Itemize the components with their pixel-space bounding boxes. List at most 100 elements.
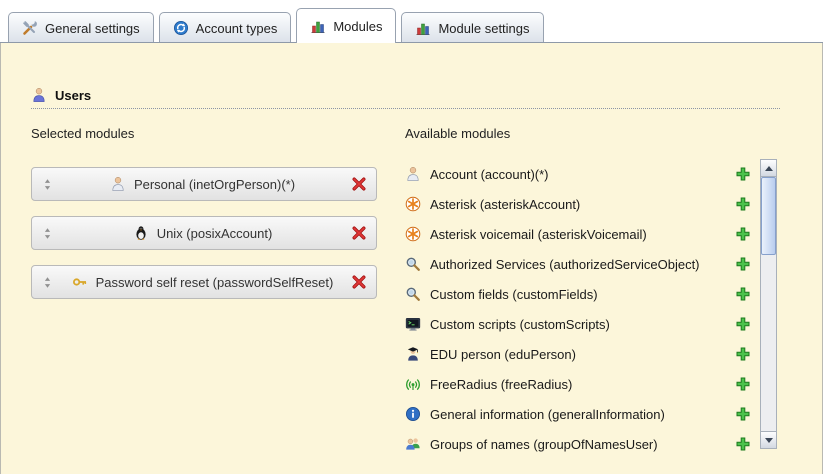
delete-icon bbox=[351, 176, 367, 192]
chart-icon bbox=[310, 18, 326, 34]
remove-module-button[interactable] bbox=[351, 176, 367, 192]
add-icon bbox=[735, 436, 751, 452]
add-module-button[interactable] bbox=[735, 316, 751, 332]
module-icon bbox=[405, 166, 421, 182]
available-module-row: Account (account)(*) bbox=[405, 159, 760, 189]
available-module-row: Asterisk voicemail (asteriskVoicemail) bbox=[405, 219, 760, 249]
tools-icon bbox=[22, 20, 38, 36]
module-icon bbox=[405, 256, 421, 272]
module-label: EDU person (eduPerson) bbox=[430, 347, 735, 362]
chart-icon bbox=[415, 20, 431, 36]
add-module-button[interactable] bbox=[735, 226, 751, 242]
module-icon bbox=[405, 196, 421, 212]
add-module-button[interactable] bbox=[735, 166, 751, 182]
module-icon bbox=[72, 274, 88, 290]
add-module-button[interactable] bbox=[735, 196, 751, 212]
available-module-row: Custom scripts (customScripts) bbox=[405, 309, 760, 339]
remove-module-button[interactable] bbox=[351, 274, 367, 290]
section-label: Users bbox=[55, 88, 91, 103]
available-module-row: Asterisk (asteriskAccount) bbox=[405, 189, 760, 219]
scrollbar-track[interactable] bbox=[761, 177, 776, 431]
remove-module-button[interactable] bbox=[351, 225, 367, 241]
add-module-button[interactable] bbox=[735, 436, 751, 452]
module-icon bbox=[405, 436, 421, 452]
module-icon bbox=[405, 346, 421, 362]
module-label: Custom scripts (customScripts) bbox=[430, 317, 735, 332]
module-icon bbox=[133, 225, 149, 241]
module-label: Custom fields (customFields) bbox=[430, 287, 735, 302]
available-modules-area: Account (account)(*) Asterisk (asteriskA… bbox=[405, 159, 777, 459]
drag-handle-icon[interactable] bbox=[41, 227, 54, 240]
available-modules-list: Account (account)(*) Asterisk (asteriskA… bbox=[405, 159, 760, 459]
selected-module-row[interactable]: Password self reset (passwordSelfReset) bbox=[31, 265, 377, 299]
add-icon bbox=[735, 346, 751, 362]
module-icon bbox=[405, 316, 421, 332]
available-module-row: EDU person (eduPerson) bbox=[405, 339, 760, 369]
selected-module-row[interactable]: Unix (posixAccount) bbox=[31, 216, 377, 250]
add-module-button[interactable] bbox=[735, 286, 751, 302]
tab-label: Modules bbox=[333, 19, 382, 34]
module-label: Personal (inetOrgPerson)(*) bbox=[134, 177, 295, 192]
module-icon bbox=[405, 226, 421, 242]
module-columns: Selected modules Personal (inetOrgPerson… bbox=[31, 126, 822, 459]
module-label: Unix (posixAccount) bbox=[157, 226, 273, 241]
tab-label: Account types bbox=[196, 21, 278, 36]
drag-handle-icon[interactable] bbox=[41, 178, 54, 191]
scroll-down-button[interactable] bbox=[761, 431, 776, 448]
available-module-row: Custom fields (customFields) bbox=[405, 279, 760, 309]
module-icon bbox=[405, 286, 421, 302]
selected-module-row[interactable]: Personal (inetOrgPerson)(*) bbox=[31, 167, 377, 201]
add-module-button[interactable] bbox=[735, 346, 751, 362]
triangle-down-icon bbox=[765, 438, 773, 443]
module-icon bbox=[405, 376, 421, 392]
module-label: Asterisk voicemail (asteriskVoicemail) bbox=[430, 227, 735, 242]
selected-modules-list: Personal (inetOrgPerson)(*) Unix (posixA… bbox=[31, 167, 377, 299]
module-icon bbox=[405, 406, 421, 422]
module-label: General information (generalInformation) bbox=[430, 407, 735, 422]
module-label: Asterisk (asteriskAccount) bbox=[430, 197, 735, 212]
drag-handle-icon[interactable] bbox=[41, 276, 54, 289]
add-icon bbox=[735, 406, 751, 422]
available-module-row: General information (generalInformation) bbox=[405, 399, 760, 429]
scrollbar-thumb[interactable] bbox=[761, 177, 776, 255]
selected-module-content: Personal (inetOrgPerson)(*) bbox=[54, 176, 351, 192]
add-module-button[interactable] bbox=[735, 406, 751, 422]
add-icon bbox=[735, 256, 751, 272]
triangle-up-icon bbox=[765, 166, 773, 171]
lam-configuration-page: General settings Account types Modules M… bbox=[0, 0, 823, 474]
delete-icon bbox=[351, 274, 367, 290]
sync-icon bbox=[173, 20, 189, 36]
users-section-title: Users bbox=[31, 87, 780, 109]
selected-modules-heading: Selected modules bbox=[31, 126, 377, 141]
tab-label: General settings bbox=[45, 21, 140, 36]
tab-module-settings[interactable]: Module settings bbox=[401, 12, 543, 42]
tab-modules[interactable]: Modules bbox=[296, 8, 396, 43]
tab-bar: General settings Account types Modules M… bbox=[0, 0, 823, 43]
tab-label: Module settings bbox=[438, 21, 529, 36]
add-module-button[interactable] bbox=[735, 376, 751, 392]
delete-icon bbox=[351, 225, 367, 241]
user-icon bbox=[31, 87, 47, 103]
available-modules-column: Available modules Account (account)(*) A… bbox=[405, 126, 777, 459]
add-module-button[interactable] bbox=[735, 256, 751, 272]
selected-module-content: Unix (posixAccount) bbox=[54, 225, 351, 241]
module-label: Password self reset (passwordSelfReset) bbox=[96, 275, 334, 290]
add-icon bbox=[735, 166, 751, 182]
available-modules-scrollbar[interactable] bbox=[760, 159, 777, 449]
add-icon bbox=[735, 376, 751, 392]
module-icon bbox=[110, 176, 126, 192]
module-label: Account (account)(*) bbox=[430, 167, 735, 182]
available-modules-heading: Available modules bbox=[405, 126, 777, 141]
tab-account-types[interactable]: Account types bbox=[159, 12, 292, 42]
module-label: Authorized Services (authorizedServiceOb… bbox=[430, 257, 735, 272]
tab-general-settings[interactable]: General settings bbox=[8, 12, 154, 42]
available-module-row: Authorized Services (authorizedServiceOb… bbox=[405, 249, 760, 279]
scroll-up-button[interactable] bbox=[761, 160, 776, 177]
add-icon bbox=[735, 316, 751, 332]
add-icon bbox=[735, 286, 751, 302]
add-icon bbox=[735, 226, 751, 242]
module-label: FreeRadius (freeRadius) bbox=[430, 377, 735, 392]
module-label: Groups of names (groupOfNamesUser) bbox=[430, 437, 735, 452]
available-module-row: Groups of names (groupOfNamesUser) bbox=[405, 429, 760, 459]
available-module-row: FreeRadius (freeRadius) bbox=[405, 369, 760, 399]
